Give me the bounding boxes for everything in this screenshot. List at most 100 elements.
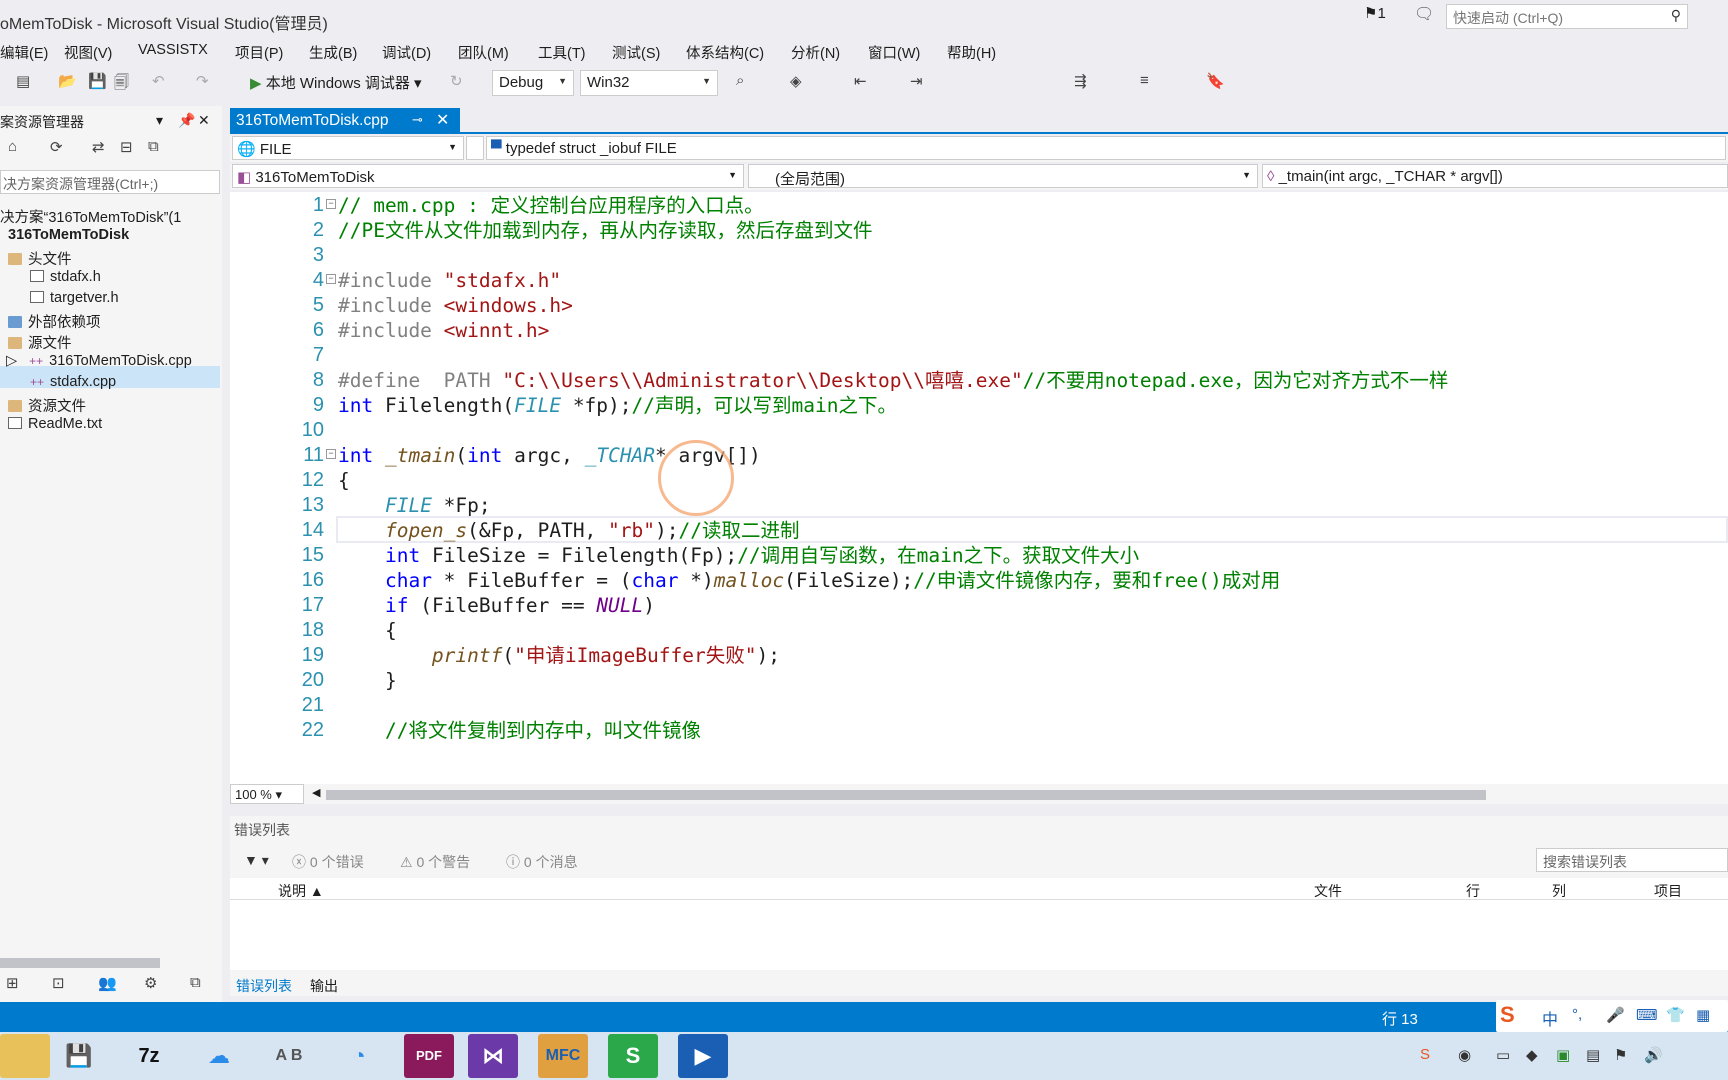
show-all-files-icon[interactable]: ⧉ [148, 138, 159, 155]
skin-icon[interactable]: 👕 [1666, 1006, 1685, 1024]
taskbar-ab-app[interactable]: A B [264, 1034, 314, 1078]
undo-icon[interactable]: ↶ [152, 72, 165, 90]
global-scope-select[interactable]: (全局范围) ▼ [748, 164, 1258, 188]
menu-analyze[interactable]: 分析(N) [791, 42, 840, 63]
fold-icon[interactable]: − [326, 199, 336, 209]
project-select[interactable]: ◧ 316ToMemToDisk ▼ [232, 164, 744, 188]
scroll-left-icon[interactable]: ◀ [312, 786, 320, 799]
feedback-icon[interactable]: 🗨 [1414, 4, 1434, 24]
tree-folder-external[interactable]: 外部依赖项 [8, 311, 101, 332]
code-line[interactable]: 12 { [230, 467, 1728, 494]
fold-icon[interactable]: − [326, 274, 336, 284]
tree-folder-headers[interactable]: 头文件 [8, 248, 72, 269]
solution-search-input[interactable]: 决方案资源管理器(Ctrl+;) [0, 170, 220, 194]
code-line[interactable]: 1−// mem.cpp : 定义控制台应用程序的入口点。 [230, 192, 1728, 219]
microphone-icon[interactable]: 🎤 [1606, 1006, 1625, 1024]
menu-debug[interactable]: 调试(D) [382, 42, 431, 63]
code-line[interactable]: 13 FILE *Fp; [230, 492, 1728, 519]
taskbar-explorer[interactable] [0, 1034, 50, 1078]
code-editor[interactable]: 1−// mem.cpp : 定义控制台应用程序的入口点。 2//PE文件从文件加… [230, 192, 1728, 784]
menu-test[interactable]: 测试(S) [612, 42, 660, 63]
tree-file-stdafx-h[interactable]: stdafx.h [30, 269, 101, 285]
taskbar-recorder[interactable]: ▶ [678, 1034, 728, 1078]
tree-file-targetver-h[interactable]: targetver.h [30, 290, 119, 306]
close-icon[interactable]: ✕ [436, 110, 449, 130]
navigate-back-icon[interactable]: ⇤ [854, 72, 867, 90]
bookmark-icon[interactable]: 🔖 [1206, 72, 1225, 90]
code-line[interactable]: 10 [230, 417, 1728, 444]
taskbar-save-app[interactable]: 💾 [54, 1034, 104, 1078]
find-icon[interactable]: ⌕ [736, 72, 744, 89]
menu-architecture[interactable]: 体系结构(C) [686, 42, 764, 63]
start-debugging-button[interactable]: ▶ 本地 Windows 调试器 ▾ [250, 72, 422, 93]
scope-spinner[interactable] [466, 136, 484, 160]
team-tab-icon[interactable]: 👥 [98, 974, 117, 992]
code-line[interactable]: 16 char * FileBuffer = (char *)malloc(Fi… [230, 567, 1728, 594]
tab-output[interactable]: 输出 [310, 976, 338, 996]
tray-monitor-icon[interactable]: ▤ [1586, 1046, 1600, 1064]
platform-select[interactable]: Win32 ▼ [580, 70, 718, 96]
tab-error-list[interactable]: 错误列表 [236, 976, 292, 996]
errors-toggle[interactable]: ⓧ 0 个错误 [292, 852, 364, 872]
taskbar-s-app[interactable]: S [608, 1034, 658, 1078]
refresh-icon[interactable]: ↻ [450, 72, 463, 90]
code-line[interactable]: 5 #include <windows.h> [230, 292, 1728, 319]
close-icon[interactable]: ✕ [198, 112, 210, 129]
tree-project[interactable]: 316ToMemToDisk [8, 227, 129, 243]
scope-left-select[interactable]: 🌐 FILE ▼ [232, 136, 464, 160]
comment-icon[interactable]: ≡ [1140, 72, 1149, 89]
menu-build[interactable]: 生成(B) [309, 42, 357, 63]
keyboard-icon[interactable]: ⌨ [1636, 1006, 1658, 1024]
code-line[interactable]: 19 printf("申请iImageBuffer失败"); [230, 642, 1728, 669]
tree-file-readme[interactable]: ReadMe.txt [8, 416, 102, 432]
indent-icon[interactable]: ⇶ [1074, 72, 1087, 90]
menu-help[interactable]: 帮助(H) [947, 42, 996, 63]
properties-tab-icon[interactable]: ⚙ [144, 974, 157, 992]
tab-main-cpp[interactable]: 316ToMemToDisk.cpp ⊸ ✕ [230, 108, 460, 134]
column-description[interactable]: 说明 ▲ [278, 881, 324, 901]
toolbox-icon[interactable]: ▦ [1696, 1006, 1710, 1024]
class-view-icon[interactable]: ◈ [790, 72, 802, 90]
code-line[interactable]: 21 [230, 692, 1728, 719]
taskbar-baidu-netdisk[interactable]: ☁ [194, 1034, 244, 1078]
tray-sogou-icon[interactable]: S [1420, 1046, 1430, 1063]
messages-toggle[interactable]: ⓘ 0 个消息 [506, 852, 578, 872]
sync-icon[interactable]: ⟳ [50, 138, 63, 156]
expand-arrow-icon[interactable]: ▷ [6, 353, 17, 369]
quick-launch-input[interactable]: 快速启动 (Ctrl+Q) ⚲ [1446, 4, 1688, 29]
save-all-icon[interactable]: 🗐 [114, 72, 129, 97]
pin-icon[interactable]: ⊸ [412, 112, 423, 128]
code-line[interactable]: 7 [230, 342, 1728, 369]
punctuation-icon[interactable]: °, [1572, 1006, 1582, 1023]
menu-team[interactable]: 团队(M) [458, 42, 509, 63]
fold-icon[interactable]: − [326, 449, 336, 459]
taskbar-browser[interactable]: ◔ [334, 1034, 384, 1078]
code-line[interactable]: 20 } [230, 667, 1728, 694]
menu-window[interactable]: 窗口(W) [868, 42, 920, 63]
code-line[interactable]: 22 //将文件复制到内存中，叫文件镜像 [230, 717, 1728, 744]
configuration-select[interactable]: Debug ▼ [492, 70, 574, 96]
code-line[interactable]: 6 #include <winnt.h> [230, 317, 1728, 344]
warnings-toggle[interactable]: ⚠ 0 个警告 [400, 852, 470, 872]
menu-edit[interactable]: 编辑(E) [0, 42, 48, 63]
tray-display-icon[interactable]: ▭ [1496, 1046, 1510, 1064]
code-line[interactable]: 3 [230, 242, 1728, 269]
sogou-logo-icon[interactable]: S [1500, 1002, 1515, 1028]
tray-nvidia-icon[interactable]: ▣ [1556, 1046, 1570, 1064]
tree-folder-sources[interactable]: 源文件 [8, 332, 72, 353]
code-line[interactable]: 15 int FileSize = Filelength(Fp);//调用自写函… [230, 542, 1728, 569]
code-line[interactable]: 2 //PE文件从文件加载到内存，再从内存读取，然后存盘到文件 [230, 217, 1728, 244]
zoom-select[interactable]: 100 % ▾ [230, 784, 304, 804]
taskbar-visual-studio[interactable]: ⋈ [468, 1034, 518, 1078]
tray-volume-icon[interactable]: 🔊 [1644, 1046, 1663, 1064]
tree-file-main-cpp[interactable]: ▷ ++ 316ToMemToDisk.cpp [6, 353, 192, 369]
tree-file-stdafx-cpp[interactable]: ++ stdafx.cpp [30, 374, 116, 390]
member-select[interactable]: ◊ _tmain(int argc, _TCHAR * argv[]) [1262, 164, 1728, 188]
code-line[interactable]: 14 fopen_s(&Fp, PATH, "rb");//读取二进制 [230, 517, 1728, 544]
menu-vassistx[interactable]: VASSISTX [138, 42, 208, 58]
error-search-input[interactable]: 搜索错误列表 [1536, 848, 1728, 872]
tree-solution[interactable]: 决方案“316ToMemToDisk”(1 [0, 206, 181, 227]
tray-flag-icon[interactable]: ⚑ [1614, 1046, 1627, 1064]
code-line[interactable]: 8 #define PATH "C:\\Users\\Administrator\… [230, 367, 1728, 394]
taskbar-7zip[interactable]: 7z [124, 1034, 174, 1078]
